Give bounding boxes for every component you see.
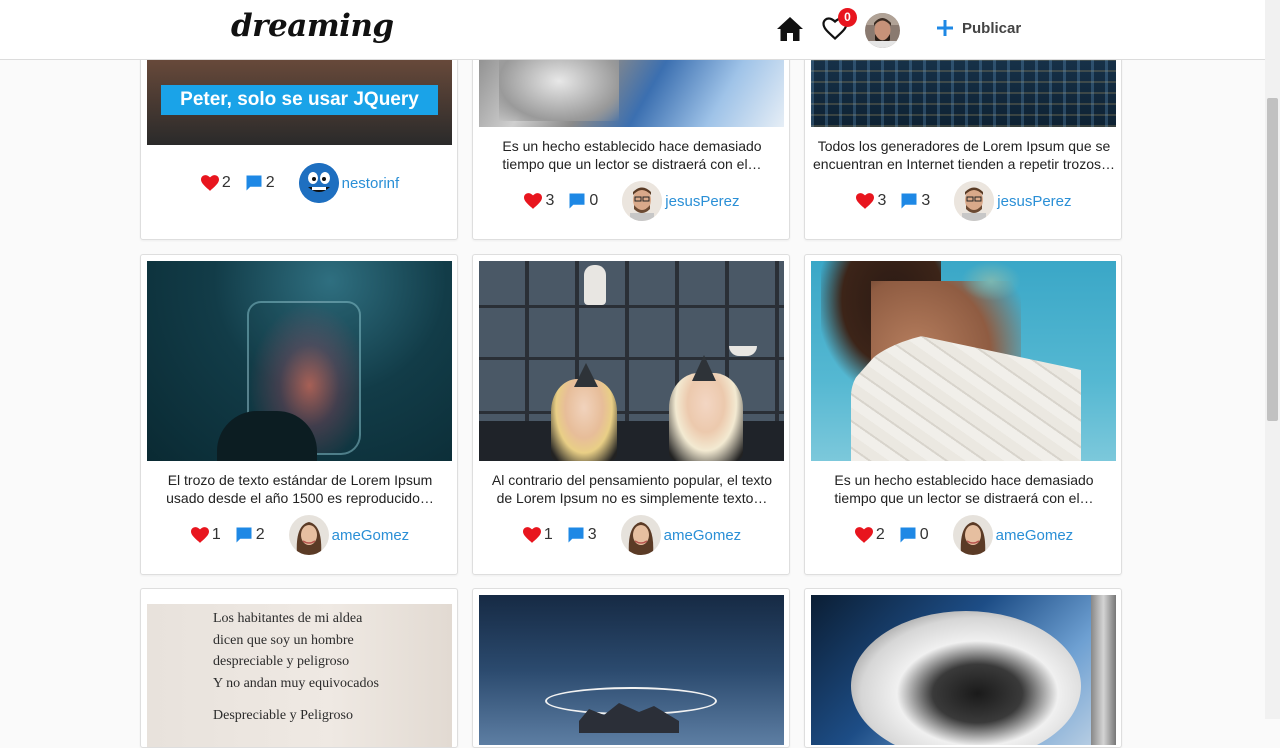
publish-button[interactable]: Publicar — [936, 19, 1021, 37]
author-username: jesusPerez — [665, 192, 740, 210]
like-button[interactable]: 2 — [200, 174, 231, 192]
comment-count: 2 — [265, 174, 275, 191]
comment-icon — [568, 527, 584, 543]
comment-icon — [569, 193, 585, 209]
avatar — [288, 515, 329, 555]
comment-count: 2 — [255, 526, 265, 543]
home-icon — [777, 17, 803, 41]
comment-count: 3 — [921, 192, 931, 209]
author-username: ameGomez — [995, 526, 1074, 544]
like-count: 1 — [211, 526, 221, 543]
post-meta: 2 0 ameGomez — [805, 515, 1121, 555]
heart-icon — [524, 193, 543, 209]
comment-button[interactable]: 3 — [567, 526, 597, 544]
top-navbar: dreaming 0 Publicar — [0, 0, 1265, 60]
comment-button[interactable]: 0 — [899, 526, 929, 544]
post-image[interactable]: Los habitantes de mi aldea dicen que soy… — [147, 604, 452, 747]
page-text-line: despreciable y peligroso — [213, 654, 350, 669]
like-count: 2 — [221, 174, 231, 191]
post-image[interactable] — [811, 595, 1116, 745]
post-author[interactable]: jesusPerez — [622, 181, 740, 221]
comment-icon — [900, 527, 916, 543]
avatar — [952, 515, 993, 555]
comment-icon — [246, 175, 262, 191]
page-text-line: Despreciable y Peligroso — [213, 708, 353, 723]
post-feed: Peter, solo se usar JQuery 2 2 nestorinf — [0, 0, 1265, 748]
app-logo[interactable]: dreaming — [231, 8, 394, 44]
post-image[interactable] — [147, 261, 452, 461]
like-button[interactable]: 3 — [524, 192, 554, 210]
post-author[interactable]: nestorinf — [298, 163, 400, 203]
comment-icon — [901, 193, 917, 209]
post-card[interactable]: Es un hecho establecido hace demasiado t… — [804, 254, 1122, 575]
post-card[interactable] — [804, 588, 1122, 748]
author-username: ameGomez — [331, 526, 410, 544]
publish-label: Publicar — [962, 19, 1022, 37]
home-button[interactable] — [776, 16, 804, 47]
comment-button[interactable]: 3 — [900, 192, 930, 210]
heart-icon — [522, 527, 541, 543]
post-meta: 3 0 jesusPerez — [473, 181, 789, 221]
post-caption: Al contrario del pensamiento popular, el… — [491, 472, 773, 506]
scrollbar-thumb[interactable] — [1267, 98, 1278, 421]
post-caption: Todos los generadores de Lorem Ipsum que… — [813, 138, 1115, 172]
like-count: 2 — [875, 526, 885, 543]
page-text-line: Los habitantes de mi aldea — [213, 611, 363, 626]
profile-avatar[interactable] — [865, 13, 900, 48]
post-author[interactable]: ameGomez — [620, 515, 742, 555]
heart-icon — [856, 193, 875, 209]
like-count: 3 — [877, 192, 887, 209]
post-caption: Es un hecho establecido hace demasiado t… — [834, 472, 1094, 506]
comment-icon — [236, 527, 252, 543]
like-button[interactable]: 1 — [522, 526, 553, 544]
comment-button[interactable]: 2 — [235, 526, 265, 544]
author-username: jesusPerez — [997, 192, 1072, 210]
page-scrollbar[interactable] — [1265, 0, 1280, 719]
post-meta: 1 3 ameGomez — [473, 515, 789, 555]
author-username: nestorinf — [341, 174, 400, 192]
comment-count: 0 — [919, 526, 929, 543]
page-text-line: Y no andan muy equivocados — [213, 675, 379, 691]
comment-button[interactable]: 2 — [245, 174, 275, 192]
post-caption: El trozo de texto estándar de Lorem Ipsu… — [166, 472, 434, 506]
heart-icon — [854, 527, 873, 543]
post-author[interactable]: jesusPerez — [954, 181, 1072, 221]
post-card[interactable] — [472, 588, 790, 748]
post-card[interactable]: Los habitantes de mi aldea dicen que soy… — [140, 588, 458, 748]
like-count: 1 — [543, 526, 553, 543]
comment-count: 0 — [589, 192, 599, 209]
avatar — [954, 181, 995, 221]
avatar — [620, 515, 661, 555]
post-image[interactable] — [479, 595, 784, 745]
page-text-line: dicen que soy un hombre — [213, 632, 354, 648]
post-card[interactable]: El trozo de texto estándar de Lorem Ipsu… — [140, 254, 458, 575]
post-author[interactable]: ameGomez — [288, 515, 410, 555]
avatar — [622, 181, 663, 221]
post-image[interactable] — [811, 261, 1116, 461]
post-card[interactable]: Al contrario del pensamiento popular, el… — [472, 254, 790, 575]
plus-icon — [937, 20, 953, 36]
like-count: 3 — [545, 192, 555, 209]
post-image[interactable] — [479, 261, 784, 461]
post-author[interactable]: ameGomez — [952, 515, 1074, 555]
notification-badge: 0 — [838, 8, 857, 27]
avatar — [298, 163, 339, 203]
post-caption: Es un hecho establecido hace demasiado t… — [502, 138, 762, 172]
post-meta: 1 2 ameGomez — [141, 515, 457, 555]
like-button[interactable]: 1 — [190, 526, 221, 544]
heart-icon — [200, 175, 219, 191]
like-button[interactable]: 3 — [856, 192, 886, 210]
post-meta: 3 3 jesusPerez — [805, 181, 1121, 221]
author-username: ameGomez — [663, 526, 742, 544]
post-meta: 2 2 nestorinf — [141, 163, 457, 203]
meme-caption: Peter, solo se usar JQuery — [161, 85, 438, 115]
comment-count: 3 — [587, 526, 597, 543]
comment-button[interactable]: 0 — [568, 192, 598, 210]
heart-icon — [190, 527, 209, 543]
like-button[interactable]: 2 — [854, 526, 885, 544]
